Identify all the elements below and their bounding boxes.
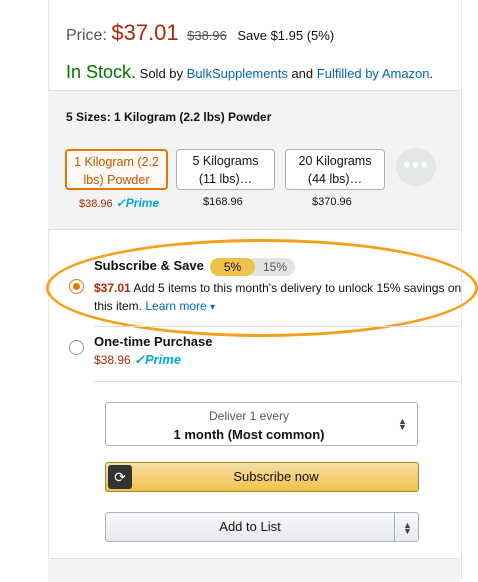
delivery-frequency-value: 1 month (Most common) — [173, 427, 325, 442]
size-option-label: 20 Kilograms — [298, 154, 372, 168]
price-label: Price: — [66, 27, 107, 44]
fulfilled-by-amazon-link[interactable]: Fulfilled by Amazon — [317, 66, 430, 81]
add-to-list-button[interactable]: Add to List ▲ ▼ — [105, 512, 419, 542]
more-sizes-button[interactable]: ••• — [396, 148, 436, 186]
delivery-frequency-select[interactable]: Deliver 1 every 1 month (Most common) ▲ ▼ — [105, 402, 418, 446]
highlight-oval — [46, 239, 478, 337]
stock-status: In Stock. — [66, 62, 137, 82]
prime-badge: ✓Prime — [115, 196, 160, 210]
list-price: $38.96 — [187, 28, 227, 43]
bottom-section — [48, 558, 460, 582]
subscribe-now-label: Subscribe now — [233, 469, 319, 484]
size-selector-title: 5 Sizes: 1 Kilogram (2.2 lbs) Powder — [66, 110, 272, 124]
and-text: and — [291, 66, 314, 81]
price-row: Price: $37.01 $38.96 Save $1.95 (5%) — [66, 20, 334, 46]
left-margin — [0, 0, 48, 581]
size-price-1kg: $38.96 ✓Prime — [79, 196, 159, 210]
one-time-price: $38.96 — [94, 353, 131, 367]
select-arrows-icon: ▲ ▼ — [398, 416, 407, 432]
one-time-radio[interactable] — [69, 340, 84, 355]
divider — [94, 326, 460, 327]
size-option-1kg[interactable]: 1 Kilogram (2.2 lbs) Powder — [65, 149, 168, 190]
list-dropdown-icon[interactable]: ▲ ▼ — [403, 521, 412, 536]
size-option-label: lbs) Powder — [83, 173, 150, 187]
delivery-frequency-label: Deliver 1 every — [208, 409, 290, 423]
add-to-list-label: Add to List — [219, 519, 281, 534]
refresh-icon: ⟳ — [108, 465, 132, 489]
subscribe-now-button[interactable]: ⟳ Subscribe now — [105, 462, 419, 492]
size-option-label: 5 Kilograms — [192, 154, 259, 168]
size-option-label: (11 lbs)… — [198, 172, 253, 186]
one-time-title: One-time Purchase — [94, 334, 213, 349]
size-price-20kg: $370.96 — [312, 196, 352, 208]
divider — [394, 513, 395, 541]
availability-row: In Stock. Sold by BulkSupplements and Fu… — [66, 62, 433, 83]
size-price-5kg: $168.96 — [203, 196, 243, 208]
current-price: $37.01 — [111, 20, 179, 45]
sold-by-label: Sold by — [139, 66, 184, 81]
size-price-value: $38.96 — [79, 198, 113, 210]
size-option-20kg[interactable]: 20 Kilograms (44 lbs)… — [285, 149, 385, 190]
one-time-price-row: $38.96 ✓Prime — [94, 352, 181, 368]
size-option-label: (44 lbs)… — [307, 172, 363, 186]
size-option-5kg[interactable]: 5 Kilograms (11 lbs)… — [176, 149, 275, 190]
divider — [94, 381, 460, 382]
seller-link[interactable]: BulkSupplements — [187, 66, 288, 81]
savings-text: Save $1.95 (5%) — [237, 28, 335, 43]
period: . — [429, 66, 434, 81]
size-option-label: 1 Kilogram (2.2 — [74, 155, 159, 169]
prime-badge: ✓Prime — [134, 352, 182, 367]
